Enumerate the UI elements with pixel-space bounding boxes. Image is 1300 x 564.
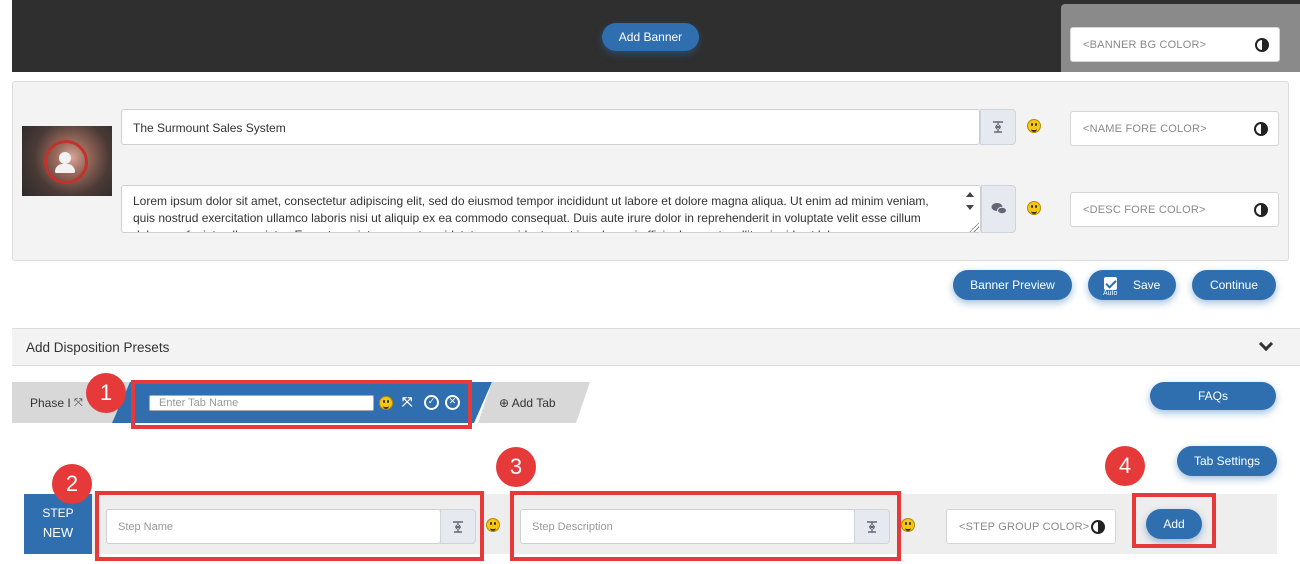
- tab-settings-button[interactable]: Tab Settings: [1177, 446, 1277, 476]
- callout-number-3: 3: [496, 447, 536, 487]
- step-badge: STEP NEW: [24, 494, 92, 554]
- text-format-icon[interactable]: [980, 109, 1016, 145]
- name-fore-color-field[interactable]: <NAME FORE COLOR>: [1070, 111, 1279, 146]
- scroll-down-icon[interactable]: [966, 205, 974, 210]
- banner-preview-button[interactable]: Banner Preview: [953, 270, 1072, 300]
- person-body-icon: [55, 164, 75, 173]
- comments-icon[interactable]: [981, 185, 1016, 233]
- contrast-icon[interactable]: [1255, 38, 1269, 52]
- resize-handle[interactable]: [969, 222, 979, 232]
- callout-number-4: 4: [1105, 446, 1145, 486]
- banner-description-textarea[interactable]: Lorem ipsum dolor sit amet, consectetur …: [121, 185, 981, 233]
- emoji-icon[interactable]: [1027, 201, 1041, 215]
- faqs-button[interactable]: FAQs: [1150, 382, 1276, 410]
- contrast-icon[interactable]: [1091, 520, 1105, 534]
- banner-editor-panel: [12, 81, 1289, 261]
- banner-name-input[interactable]: The Surmount Sales System: [121, 109, 980, 145]
- callout-box-1: [131, 380, 472, 429]
- scroll-up-icon[interactable]: [966, 192, 974, 197]
- callout-box-2: [95, 491, 484, 561]
- desc-fore-color-placeholder: <DESC FORE COLOR>: [1083, 204, 1206, 216]
- add-banner-button[interactable]: Add Banner: [602, 23, 699, 51]
- step-group-color-field[interactable]: <STEP GROUP COLOR>: [946, 509, 1116, 544]
- banner-bg-color-placeholder: <BANNER BG COLOR>: [1083, 39, 1207, 51]
- contrast-icon[interactable]: [1254, 122, 1268, 136]
- add-tab-text: Add Tab: [511, 396, 556, 410]
- save-button[interactable]: [1088, 270, 1176, 300]
- banner-thumbnail[interactable]: [22, 126, 112, 196]
- callout-box-4: [1132, 493, 1216, 548]
- step-badge-line2: NEW: [42, 525, 74, 540]
- person-icon: [59, 152, 71, 164]
- plus-circle-icon: ⊕: [499, 396, 510, 410]
- step-group-color-placeholder: <STEP GROUP COLOR>: [959, 521, 1090, 533]
- emoji-icon[interactable]: [1027, 119, 1041, 133]
- add-tab-label: ⊕ Add Tab: [499, 396, 556, 410]
- callout-number-1: 1: [86, 373, 126, 413]
- expand-icon[interactable]: ⤧: [74, 396, 83, 410]
- save-label: Save: [1133, 278, 1161, 292]
- auto-save-label: Auto: [1103, 290, 1118, 297]
- tab-phase-label: Phase I: [30, 396, 71, 410]
- callout-number-2: 2: [52, 464, 92, 504]
- desc-fore-color-field[interactable]: <DESC FORE COLOR>: [1070, 192, 1279, 227]
- step-badge-line1: STEP: [42, 506, 74, 520]
- banner-bg-color-field[interactable]: <BANNER BG COLOR>: [1070, 27, 1280, 62]
- continue-button[interactable]: Continue: [1192, 270, 1276, 300]
- auto-save-checkbox[interactable]: [1104, 277, 1117, 290]
- emoji-icon[interactable]: [486, 518, 500, 532]
- presets-accordion-header[interactable]: [12, 328, 1300, 366]
- contrast-icon[interactable]: [1254, 203, 1268, 217]
- presets-title: Add Disposition Presets: [26, 340, 170, 355]
- emoji-icon[interactable]: [901, 518, 915, 532]
- name-fore-color-placeholder: <NAME FORE COLOR>: [1083, 123, 1207, 135]
- callout-box-3: [510, 491, 901, 561]
